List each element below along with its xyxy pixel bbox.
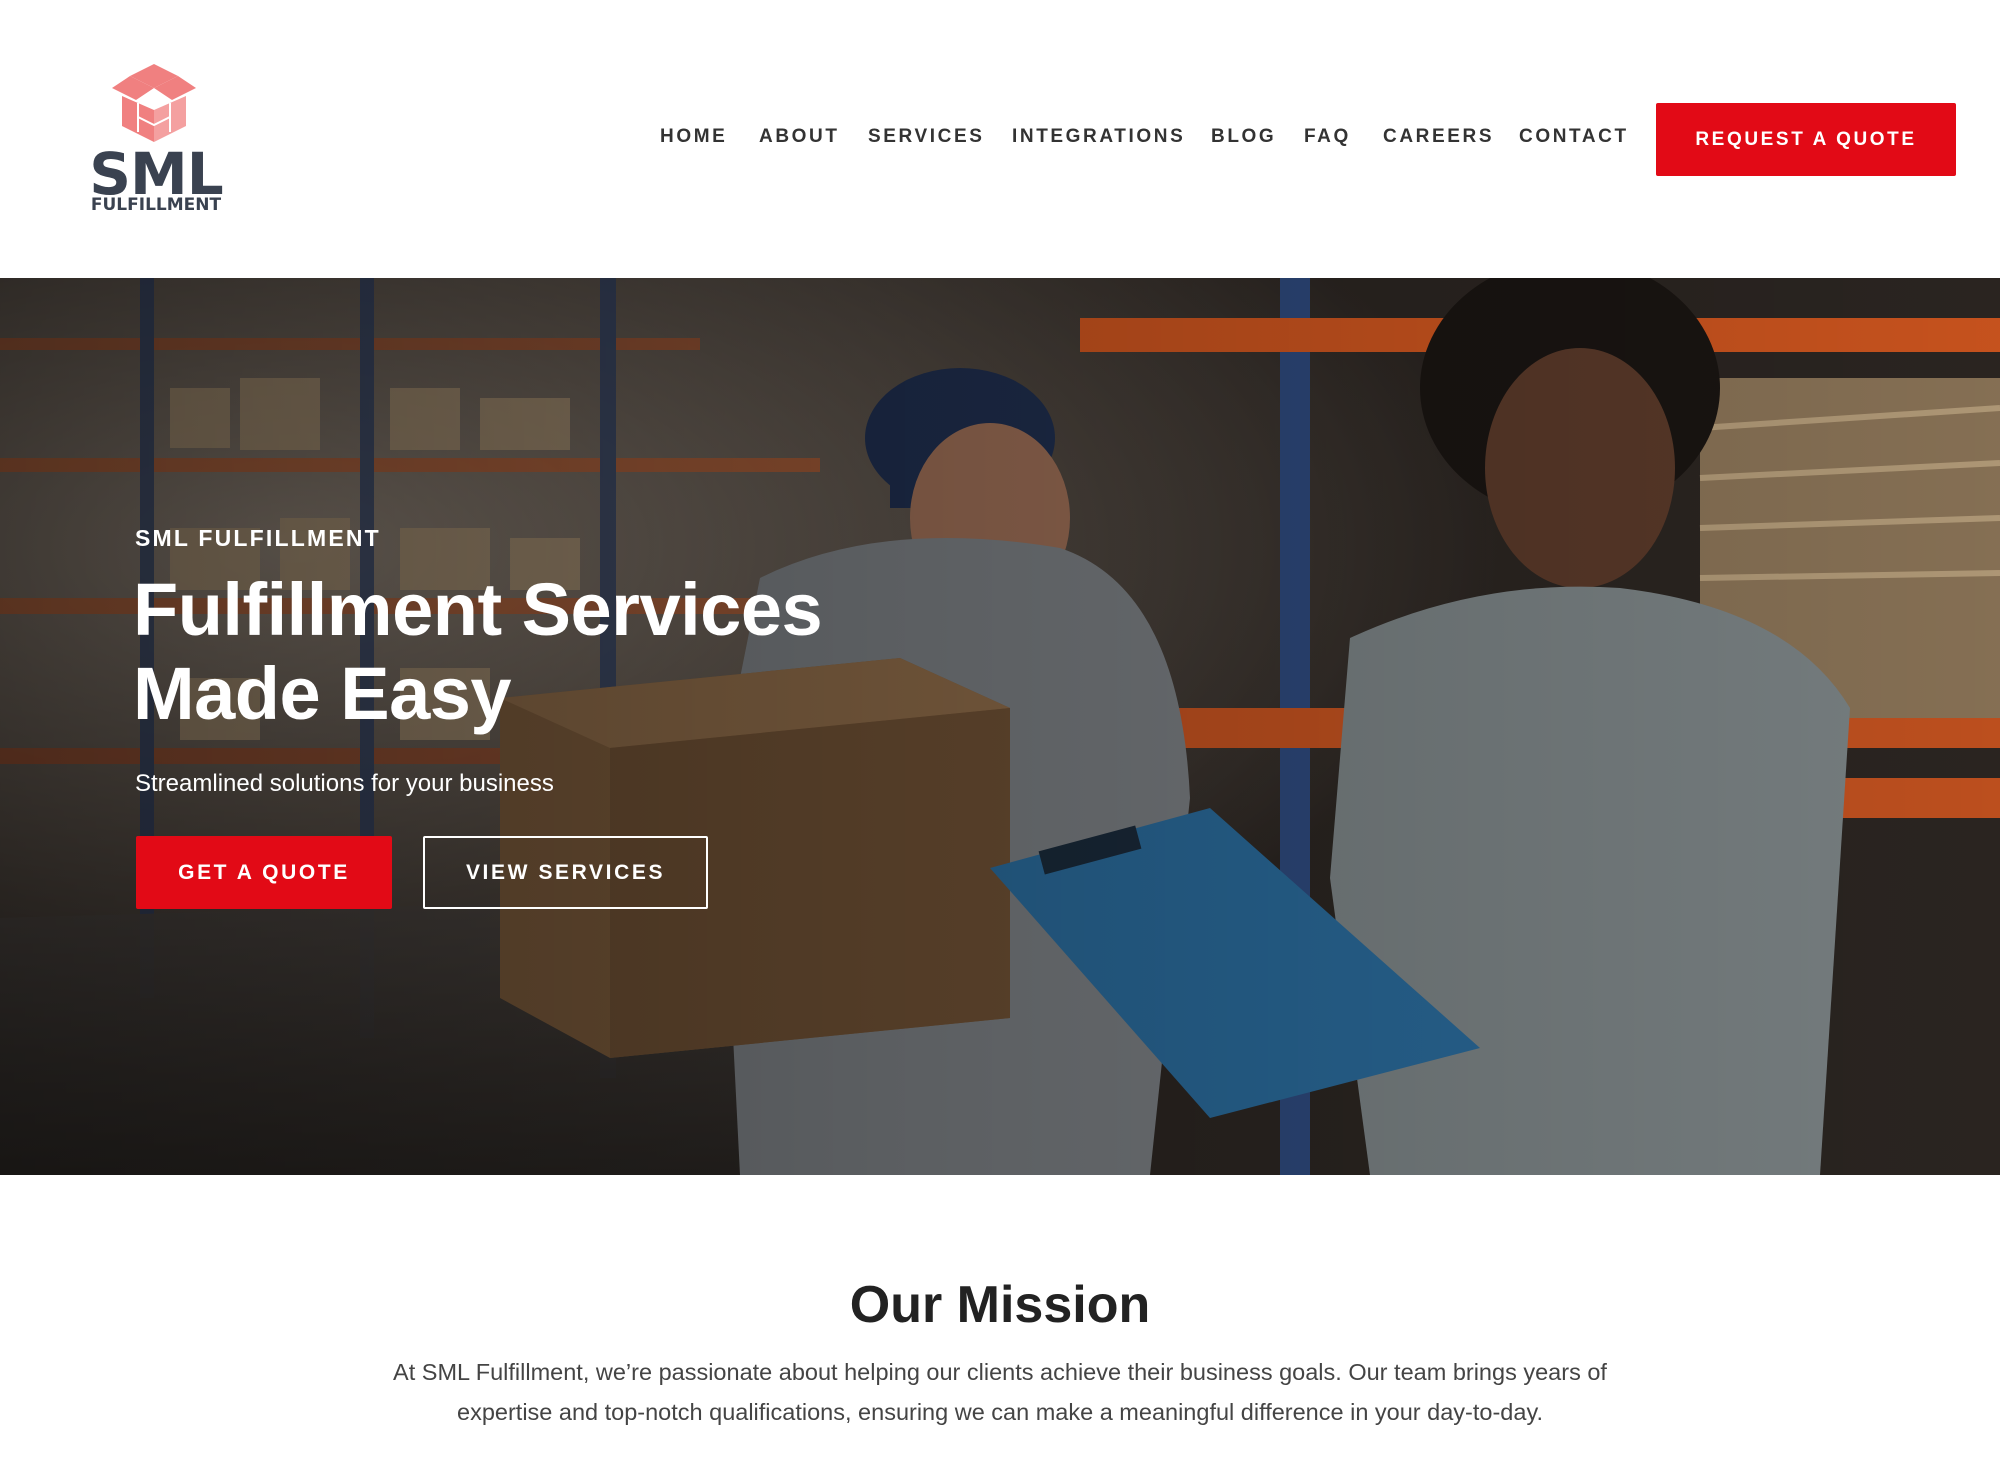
- nav-faq[interactable]: FAQ: [1304, 126, 1351, 148]
- hero-title-line2: Made Easy: [133, 652, 512, 735]
- hero-subtitle: Streamlined solutions for your business: [135, 770, 554, 797]
- nav-integrations[interactable]: INTEGRATIONS: [1012, 126, 1185, 148]
- site-header: SML FULFILLMENT HOME ABOUT SERVICES INTE…: [0, 0, 2000, 278]
- hero-title: Fulfillment Services Made Easy: [133, 568, 893, 736]
- logo-tagline: FULFILLMENT: [90, 195, 222, 215]
- nav-blog[interactable]: BLOG: [1211, 126, 1276, 148]
- nav-contact[interactable]: CONTACT: [1519, 126, 1629, 148]
- request-quote-button[interactable]: REQUEST A QUOTE: [1656, 103, 1956, 176]
- hero-section: SML FULFILLMENT Fulfillment Services Mad…: [0, 278, 2000, 1175]
- mission-title: Our Mission: [849, 1276, 1151, 1334]
- nav-services[interactable]: SERVICES: [868, 126, 985, 148]
- view-services-button[interactable]: VIEW SERVICES: [423, 836, 708, 909]
- mission-body: At SML Fulfillment, we’re passionate abo…: [393, 1359, 1607, 1425]
- nav-about[interactable]: ABOUT: [759, 126, 840, 148]
- nav-careers[interactable]: CAREERS: [1383, 126, 1494, 148]
- open-box-icon: [112, 64, 196, 142]
- get-quote-button[interactable]: GET A QUOTE: [136, 836, 392, 909]
- nav-home[interactable]: HOME: [660, 126, 727, 148]
- hero-eyebrow: SML FULFILLMENT: [135, 525, 381, 551]
- site-logo[interactable]: SML FULFILLMENT: [86, 62, 226, 222]
- hero-title-line1: Fulfillment Services: [133, 568, 823, 651]
